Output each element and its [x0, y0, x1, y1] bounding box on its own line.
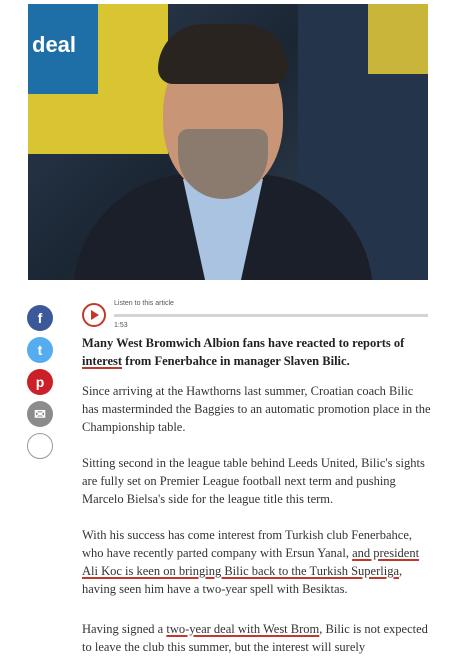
article-paragraph-1: Since arriving at the Hawthorns last sum… [82, 384, 431, 434]
manager-hair [158, 24, 288, 84]
lead-highlight: interest [82, 354, 123, 368]
photo-sign-text: deal [32, 32, 77, 57]
audio-duration: 1:53 [114, 322, 128, 329]
p4-highlight: two-year deal with West Brom [166, 622, 320, 636]
email-icon: ✉ [34, 405, 46, 422]
article-hero-image: deal [28, 4, 428, 280]
article-lead: Many West Bromwich Albion fans have reac… [82, 334, 432, 370]
article-body: Many West Bromwich Albion fans have reac… [82, 334, 432, 656]
audio-player: Listen to this article 1:53 [82, 300, 428, 334]
listen-label: Listen to this article [114, 300, 174, 307]
article-paragraph-4: Having signed a two-year deal with West … [82, 620, 432, 656]
twitter-share-button[interactable]: t [27, 337, 53, 363]
pinterest-share-button[interactable]: p [27, 369, 53, 395]
social-share-bar: f t p ✉ … [27, 305, 55, 465]
twitter-icon: t [37, 342, 43, 358]
lead-text-end: from Fenerbahce in manager Slaven Bilic. [122, 354, 350, 368]
email-share-button[interactable]: ✉ [27, 401, 53, 427]
audio-progress-track[interactable] [114, 314, 428, 317]
facebook-share-button[interactable]: f [27, 305, 53, 331]
comment-icon: … [33, 438, 47, 454]
pinterest-icon: p [35, 374, 45, 390]
play-icon [91, 310, 99, 320]
lead-text: Many West Bromwich Albion fans have reac… [82, 336, 405, 350]
background-banner-right [368, 4, 428, 74]
comments-button[interactable]: … [27, 433, 53, 459]
article-paragraph-3: With his success has come interest from … [82, 526, 432, 598]
play-button[interactable] [82, 303, 106, 327]
p4-text: Having signed a [82, 622, 167, 636]
article-paragraph-2: Sitting second in the league table behin… [82, 456, 425, 506]
facebook-icon: f [37, 310, 43, 326]
